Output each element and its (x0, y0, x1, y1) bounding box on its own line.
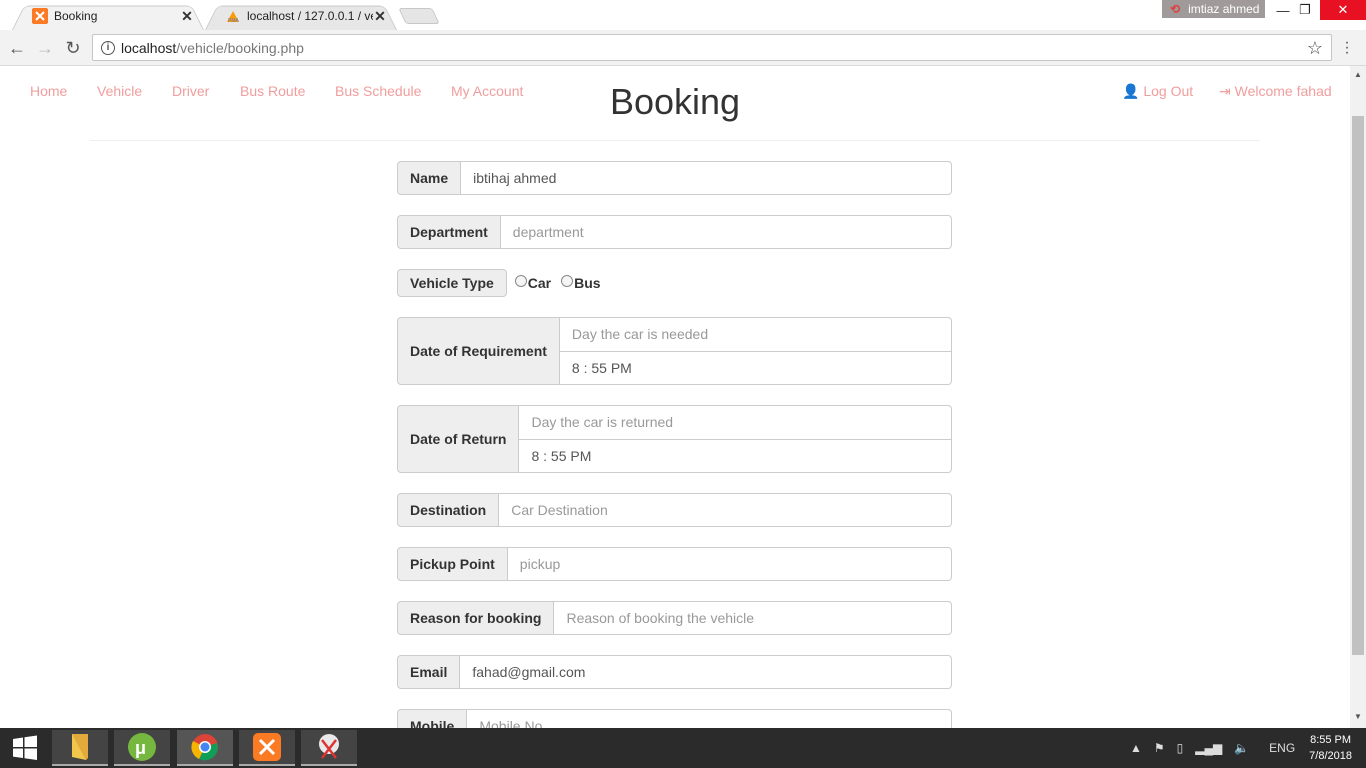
user-icon: 👤 (1122, 83, 1140, 99)
window-close-button[interactable]: ✕ (1320, 0, 1366, 20)
pickup-group: Pickup Point pickup (397, 547, 952, 581)
reload-icon[interactable]: ↻ (62, 37, 84, 59)
scroll-thumb[interactable] (1352, 116, 1364, 655)
name-label: Name (397, 161, 462, 195)
radio-bus-label: Bus (574, 275, 601, 291)
vehicle-type-group: Vehicle Type Car Bus (397, 269, 952, 297)
clock-time: 8:55 PM (1310, 734, 1352, 746)
email-group: Email fahad@gmail.com (397, 655, 952, 689)
date-return-group: Date of Return Day the car is returned 8… (397, 405, 952, 473)
radio-bus[interactable] (561, 275, 574, 287)
file-explorer-icon[interactable] (52, 730, 108, 766)
time-return-field[interactable]: 8 : 55 PM (519, 438, 952, 473)
url-host: localhost (121, 39, 177, 56)
svg-text:μ: μ (135, 738, 146, 758)
pickup-field[interactable]: pickup (507, 547, 952, 581)
destination-label: Destination (397, 493, 500, 527)
mobile-field[interactable]: Mobile No (467, 709, 952, 728)
destination-group: Destination Car Destination (397, 493, 952, 527)
chrome-menu-icon[interactable]: · · · (1342, 35, 1352, 61)
tab-title: localhost / 127.0.0.1 / veh (247, 9, 373, 23)
department-field[interactable]: department (500, 215, 952, 249)
vehicle-type-label: Vehicle Type (397, 269, 507, 297)
language-indicator[interactable]: ENG (1269, 741, 1295, 755)
tab-title: Booking (54, 9, 98, 23)
email-label: Email (397, 655, 461, 689)
mobile-label: Mobile (397, 709, 468, 728)
date-requirement-group: Date of Requirement Day the car is neede… (397, 317, 952, 385)
logout-label: Log Out (1143, 83, 1194, 99)
close-icon[interactable]: ✕ (373, 8, 387, 25)
tab-booking[interactable]: Booking ✕ (12, 2, 204, 30)
welcome-link[interactable]: ⇥ Welcome fahad (1219, 83, 1332, 100)
xampp-icon[interactable] (239, 730, 295, 766)
profile-name: imtiaz ahmed (1188, 2, 1260, 16)
network-icon[interactable]: ▂▄▆ (1195, 741, 1222, 755)
profile-chip[interactable]: ⟲ imtiaz ahmed (1162, 0, 1265, 18)
close-icon[interactable]: ✕ (180, 8, 194, 25)
department-group: Department department (397, 215, 952, 249)
system-tray: ▲ ⚑ ▯ ▂▄▆ 🔈 ENG 8:55 PM 7/8/2018 (1124, 728, 1366, 768)
restore-button[interactable]: ❐ (1288, 0, 1322, 20)
vehicle-type-options: Car Bus (507, 269, 611, 297)
destination-field[interactable]: Car Destination (499, 493, 952, 527)
reason-group: Reason for booking Reason of booking the… (397, 601, 952, 635)
page-content: Home Vehicle Driver Bus Route Bus Schedu… (0, 66, 1350, 728)
info-icon[interactable]: i (101, 40, 115, 55)
login-icon: ⇥ (1219, 83, 1231, 99)
clock-date: 7/8/2018 (1309, 750, 1352, 762)
profile-icon: ⟲ (1170, 2, 1181, 16)
back-icon[interactable]: ← (6, 37, 28, 59)
date-return-label: Date of Return (397, 405, 520, 473)
taskbar: μ ▲ ⚑ ▯ ▂▄▆ 🔈 ENG 8:55 PM 7/8/2018 (0, 728, 1366, 768)
page-scrollbar[interactable]: ▲ ▼ (1350, 66, 1366, 728)
new-tab-button[interactable] (398, 8, 440, 24)
phpmyadmin-icon: PMA (227, 11, 240, 24)
name-group: Name ibtihaj ahmed (397, 161, 952, 195)
show-hidden-icons-icon[interactable]: ▲ (1130, 741, 1142, 755)
time-requirement-field[interactable]: 8 : 55 PM (559, 350, 952, 385)
radio-car[interactable] (514, 275, 527, 287)
name-field[interactable]: ibtihaj ahmed (461, 161, 952, 195)
date-requirement-field[interactable]: Day the car is needed (559, 317, 952, 351)
xampp-icon (32, 8, 48, 24)
date-requirement-label: Date of Requirement (397, 317, 560, 385)
reason-label: Reason for booking (397, 601, 555, 635)
snipping-tool-icon[interactable] (301, 730, 357, 766)
email-field[interactable]: fahad@gmail.com (460, 655, 952, 689)
logout-link[interactable]: 👤 Log Out (1122, 83, 1193, 100)
battery-icon[interactable]: ▯ (1177, 741, 1184, 755)
flag-icon[interactable]: ⚑ (1154, 741, 1165, 755)
radio-car-label: Car (527, 275, 552, 291)
tab-strip: Booking ✕ PMA localhost / 127.0.0.1 / ve… (0, 0, 1366, 30)
address-bar[interactable]: i localhost/vehicle/booking.php ☆ (92, 34, 1332, 61)
pickup-label: Pickup Point (397, 547, 508, 581)
forward-icon[interactable]: → (34, 37, 56, 59)
bookmark-star-icon[interactable]: ☆ (1307, 38, 1323, 59)
mobile-group: Mobile Mobile No (397, 709, 952, 728)
welcome-label: Welcome fahad (1234, 83, 1332, 99)
reason-field[interactable]: Reason of booking the vehicle (554, 601, 952, 635)
browser-toolbar: ← → ↻ i localhost/vehicle/booking.php ☆ (0, 30, 1366, 66)
svg-text:PMA: PMA (228, 18, 240, 24)
windows-start-icon[interactable] (0, 730, 50, 766)
department-label: Department (397, 215, 501, 249)
date-return-field[interactable]: Day the car is returned (519, 405, 952, 439)
header-divider (90, 140, 1260, 141)
utorrent-icon[interactable]: μ (114, 730, 170, 766)
chrome-icon[interactable] (177, 730, 233, 766)
url-path: /vehicle/booking.php (176, 39, 304, 56)
scroll-down-icon[interactable]: ▼ (1354, 712, 1362, 721)
scroll-up-icon[interactable]: ▲ (1354, 70, 1362, 79)
volume-icon[interactable]: 🔈 (1234, 741, 1249, 755)
tab-phpmyadmin[interactable]: PMA localhost / 127.0.0.1 / veh ✕ (205, 2, 397, 30)
clock[interactable]: 8:55 PM 7/8/2018 (1309, 732, 1352, 764)
